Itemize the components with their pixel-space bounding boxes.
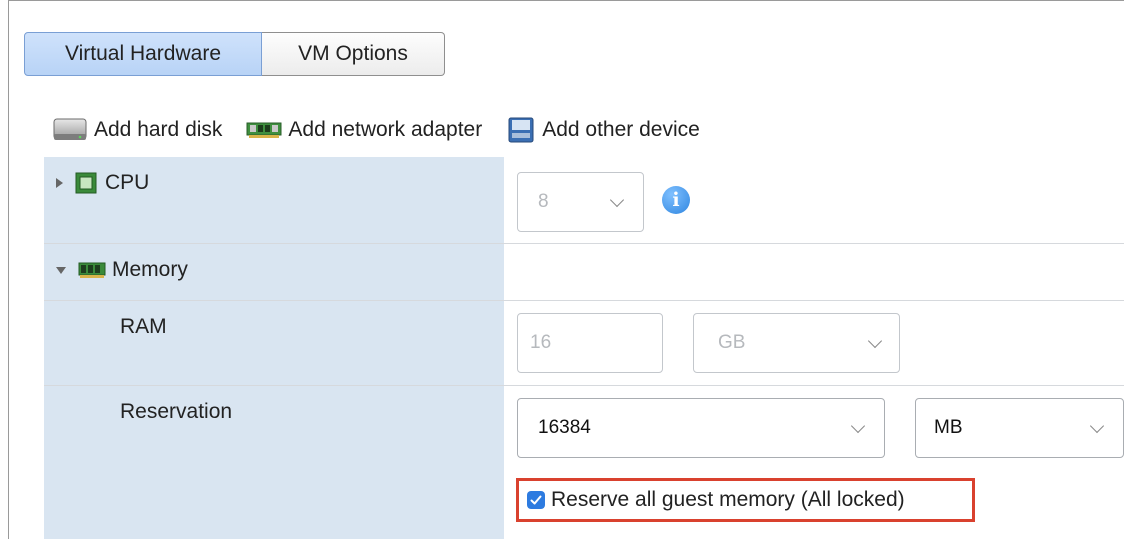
table-row-memory: Memory	[44, 244, 1124, 301]
network-adapter-icon	[246, 119, 282, 141]
cpu-label: CPU	[105, 171, 150, 194]
add-network-adapter-button[interactable]: Add network adapter	[246, 118, 482, 142]
chevron-down-icon	[609, 192, 625, 208]
reservation-label-cell: Reservation	[44, 386, 504, 539]
reservation-unit-value: MB	[934, 417, 963, 438]
reservation-size-value: 16384	[538, 417, 591, 438]
info-icon[interactable]: i	[662, 186, 690, 214]
ram-label-cell: RAM	[44, 301, 504, 385]
memory-value-cell	[504, 244, 1124, 300]
table-row-cpu: CPU 8 i	[44, 157, 1124, 244]
ram-size-value: 16	[530, 332, 552, 353]
memory-label: Memory	[112, 258, 188, 281]
hard-disk-icon	[52, 116, 88, 144]
cpu-label-cell: CPU	[44, 157, 504, 243]
cpu-header[interactable]: CPU	[56, 171, 149, 195]
add-hard-disk-button[interactable]: Add hard disk	[52, 116, 222, 144]
memory-header[interactable]: Memory	[56, 258, 188, 282]
reservation-unit-select[interactable]: MB	[915, 398, 1124, 458]
ram-unit-select[interactable]: GB	[693, 313, 900, 373]
cpu-chip-icon	[75, 172, 97, 194]
tab-bar: Virtual Hardware VM Options	[24, 32, 445, 78]
cpu-value-cell: 8 i	[504, 157, 1124, 243]
other-device-icon	[506, 115, 536, 145]
cpu-count-select[interactable]: 8	[517, 172, 644, 232]
chevron-down-icon	[850, 418, 866, 434]
add-network-adapter-label: Add network adapter	[288, 118, 483, 141]
tab-virtual-hardware[interactable]: Virtual Hardware	[24, 32, 262, 76]
cpu-count-value: 8	[538, 191, 549, 212]
ram-value-cell: 16 GB	[504, 301, 1124, 385]
device-toolbar: Add hard disk Add network adapter Add ot…	[52, 114, 724, 146]
memory-module-icon	[78, 260, 106, 280]
chevron-down-icon	[1089, 418, 1105, 434]
memory-label-cell: Memory	[44, 244, 504, 300]
add-other-device-button[interactable]: Add other device	[506, 115, 700, 145]
checkmark-icon	[530, 495, 542, 505]
reserve-all-memory-option[interactable]: Reserve all guest memory (All locked)	[516, 478, 975, 522]
reservation-label: Reservation	[120, 400, 233, 423]
reserve-all-memory-checkbox[interactable]	[527, 491, 545, 509]
tab-vm-options[interactable]: VM Options	[262, 32, 445, 76]
ram-unit-value: GB	[718, 332, 746, 353]
expand-caret-icon[interactable]	[56, 178, 63, 188]
add-hard-disk-label: Add hard disk	[94, 118, 223, 141]
add-other-device-label: Add other device	[542, 118, 700, 141]
collapse-caret-icon[interactable]	[56, 266, 66, 274]
reservation-size-select[interactable]: 16384	[517, 398, 885, 458]
reserve-all-memory-label: Reserve all guest memory (All locked)	[551, 488, 905, 511]
ram-label: RAM	[120, 315, 167, 338]
table-row-ram: RAM 16 GB	[44, 301, 1124, 386]
chevron-down-icon	[867, 333, 883, 349]
ram-size-input[interactable]: 16	[517, 313, 663, 373]
